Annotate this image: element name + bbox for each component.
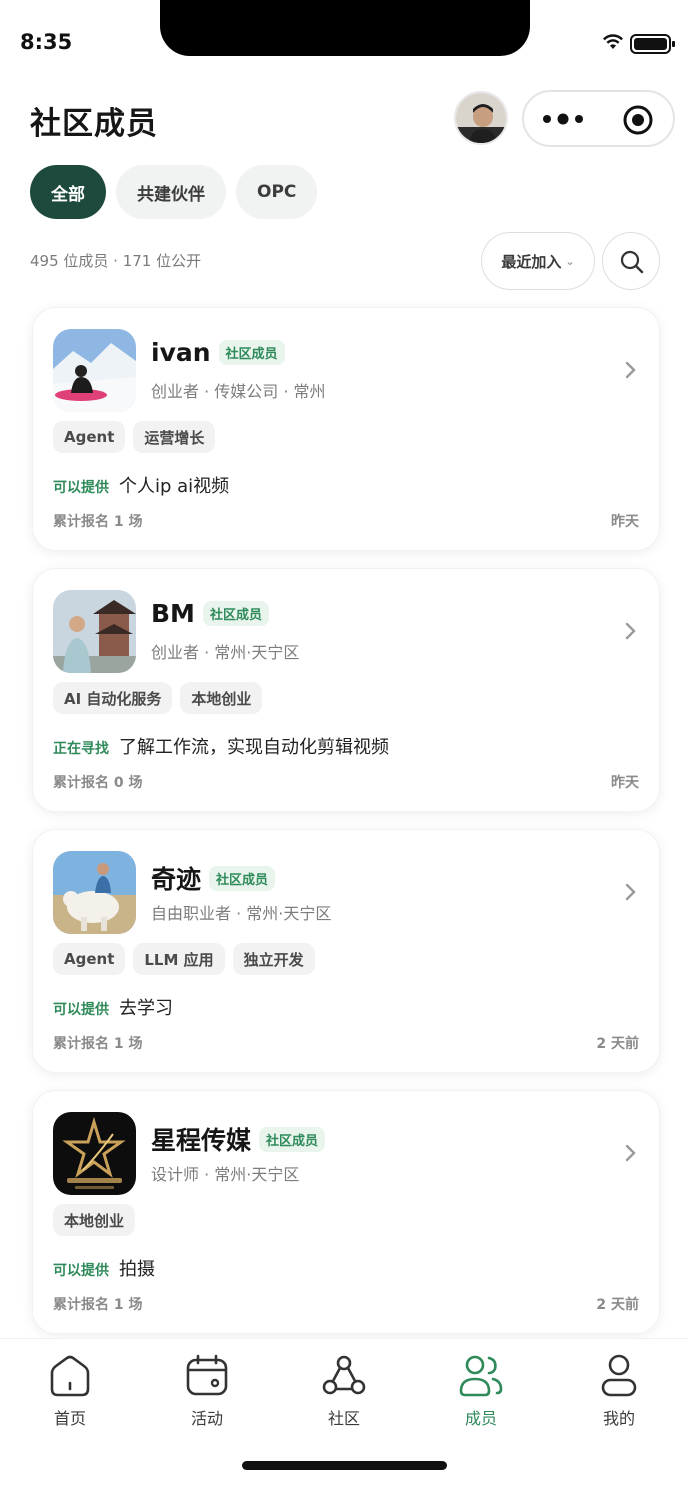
intent-text: 个人ip ai视频 xyxy=(119,476,230,497)
member-badge: 社区成员 xyxy=(259,1126,326,1152)
member-time: 2 天前 xyxy=(596,1297,639,1313)
profile-icon xyxy=(601,1354,637,1397)
member-intent: 可以提供 去学习 xyxy=(53,994,173,1020)
member-tags: AI 自动化服务 本地创业 xyxy=(53,682,263,714)
intent-text: 去学习 xyxy=(119,998,173,1019)
member-avatar xyxy=(53,590,136,673)
tab-community[interactable]: 社区 xyxy=(294,1351,394,1429)
chevron-right-icon xyxy=(625,622,636,640)
member-subtitle: 设计师 · 常州·天宁区 xyxy=(151,1165,300,1184)
member-card[interactable]: 星程传媒 社区成员 设计师 · 常州·天宁区 本地创业 可以提供 拍摄 累计报名… xyxy=(32,1090,660,1334)
member-tag: LLM 应用 xyxy=(133,943,225,975)
member-tag: 本地创业 xyxy=(180,682,263,714)
member-signups: 累计报名 1 场 xyxy=(53,514,143,530)
member-name: 星程传媒 xyxy=(151,1126,252,1155)
member-badge: 社区成员 xyxy=(218,340,285,365)
tab-label: 首页 xyxy=(53,1409,86,1428)
tab-members[interactable]: 成员 xyxy=(431,1351,531,1429)
member-time: 2 天前 xyxy=(596,1036,639,1052)
member-tags: 本地创业 xyxy=(53,1204,136,1236)
member-avatar xyxy=(53,851,136,934)
close-target-icon[interactable] xyxy=(622,104,654,136)
member-badge: 社区成员 xyxy=(202,601,269,626)
member-subtitle: 自由职业者 · 常州·天宁区 xyxy=(151,904,332,923)
member-card[interactable]: BM 社区成员 创业者 · 常州·天宁区 AI 自动化服务 本地创业 正在寻找 … xyxy=(32,568,660,812)
sort-label: 最近加入 xyxy=(501,252,562,271)
member-signups: 累计报名 0 场 xyxy=(53,775,143,791)
member-list: ivan 社区成员 创业者 · 传媒公司 · 常州 Agent 运营增长 可以提… xyxy=(32,307,660,1351)
tab-label: 我的 xyxy=(602,1409,635,1428)
member-subtitle: 创业者 · 常州·天宁区 xyxy=(151,643,300,662)
member-name: ivan xyxy=(151,338,211,367)
member-tag: AI 自动化服务 xyxy=(53,682,173,714)
filter-tabs: 全部 共建伙伴 OPC xyxy=(30,165,318,219)
user-avatar-image xyxy=(456,93,506,143)
member-intent: 正在寻找 了解工作流，实现自动化剪辑视频 xyxy=(53,733,389,759)
status-time: 8:35 xyxy=(20,30,73,54)
search-icon xyxy=(620,250,644,274)
tab-label: 社区 xyxy=(327,1409,360,1428)
member-name: 奇迹 xyxy=(151,865,202,894)
filter-tab-partners[interactable]: 共建伙伴 xyxy=(116,165,226,219)
member-name: BM xyxy=(151,599,195,628)
intent-label: 可以提供 xyxy=(53,1263,109,1279)
calendar-icon xyxy=(186,1354,228,1396)
member-intent: 可以提供 个人ip ai视频 xyxy=(53,472,229,498)
battery-icon xyxy=(630,34,675,54)
chevron-right-icon xyxy=(625,883,636,901)
tab-home[interactable]: 首页 xyxy=(20,1351,120,1429)
tab-events[interactable]: 活动 xyxy=(157,1351,257,1429)
member-time: 昨天 xyxy=(611,775,639,791)
members-icon xyxy=(459,1355,503,1397)
device-notch xyxy=(160,0,530,56)
intent-text: 了解工作流，实现自动化剪辑视频 xyxy=(119,737,389,758)
sort-dropdown[interactable]: 最近加入 ⌄ xyxy=(481,232,595,290)
member-tags: Agent LLM 应用 独立开发 xyxy=(53,943,315,975)
intent-label: 可以提供 xyxy=(53,1002,109,1018)
member-signups: 累计报名 1 场 xyxy=(53,1036,143,1052)
member-card[interactable]: 奇迹 社区成员 自由职业者 · 常州·天宁区 Agent LLM 应用 独立开发… xyxy=(32,829,660,1073)
member-name-row: 星程传媒 社区成员 xyxy=(151,1121,326,1157)
search-button[interactable] xyxy=(602,232,660,290)
user-avatar[interactable] xyxy=(454,91,508,145)
member-tag: Agent xyxy=(53,943,126,975)
member-time: 昨天 xyxy=(611,514,639,530)
member-tag: 运营增长 xyxy=(133,421,216,453)
tab-profile[interactable]: 我的 xyxy=(569,1351,669,1429)
filter-tab-opc[interactable]: OPC xyxy=(236,165,318,219)
member-subtitle: 创业者 · 传媒公司 · 常州 xyxy=(151,382,326,401)
member-tags: Agent 运营增长 xyxy=(53,421,216,453)
filter-tab-all[interactable]: 全部 xyxy=(30,165,106,219)
member-name-row: BM 社区成员 xyxy=(151,599,269,628)
member-name-row: ivan 社区成员 xyxy=(151,338,285,367)
status-bar: 8:35 xyxy=(0,0,688,86)
member-name-row: 奇迹 社区成员 xyxy=(151,860,276,896)
intent-label: 可以提供 xyxy=(53,480,109,496)
community-icon xyxy=(322,1355,366,1395)
member-card[interactable]: ivan 社区成员 创业者 · 传媒公司 · 常州 Agent 运营增长 可以提… xyxy=(32,307,660,551)
wifi-icon xyxy=(603,34,623,49)
member-tag: Agent xyxy=(53,421,126,453)
member-avatar xyxy=(53,329,136,412)
tab-label: 活动 xyxy=(190,1409,223,1428)
member-badge: 社区成员 xyxy=(209,865,276,891)
tab-label: 成员 xyxy=(464,1409,497,1428)
chevron-right-icon xyxy=(625,1144,636,1162)
member-tag: 独立开发 xyxy=(232,943,315,975)
chevron-right-icon xyxy=(625,361,636,379)
member-intent: 可以提供 拍摄 xyxy=(53,1255,155,1281)
home-indicator xyxy=(242,1461,447,1470)
member-count: 495 位成员 · 171 位公开 xyxy=(30,252,202,270)
intent-label: 正在寻找 xyxy=(53,741,109,757)
home-icon xyxy=(50,1355,90,1397)
intent-text: 拍摄 xyxy=(119,1259,155,1280)
member-tag: 本地创业 xyxy=(53,1204,136,1236)
member-avatar xyxy=(53,1112,136,1195)
mini-program-capsule xyxy=(522,90,675,147)
page-title: 社区成员 xyxy=(30,106,158,142)
member-signups: 累计报名 1 场 xyxy=(53,1297,143,1313)
more-icon[interactable] xyxy=(542,112,584,126)
chevron-down-icon: ⌄ xyxy=(565,254,575,268)
